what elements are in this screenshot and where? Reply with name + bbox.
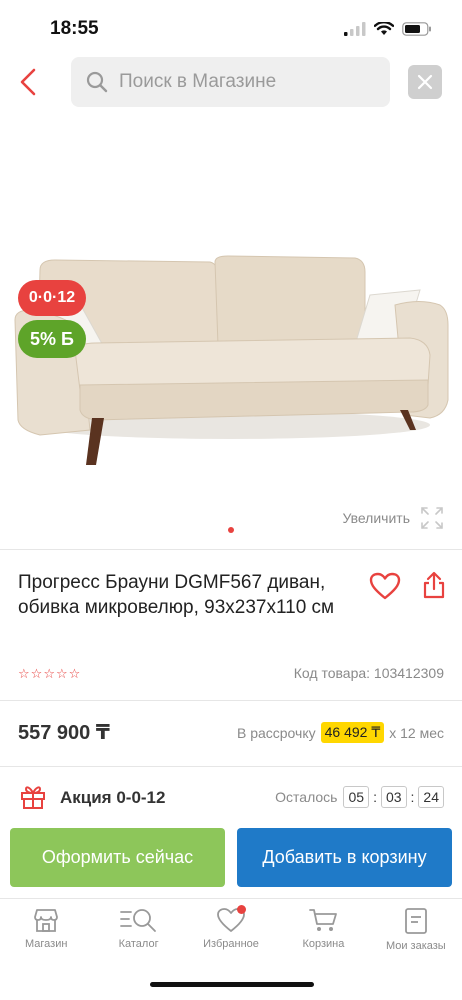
home-indicator	[150, 982, 314, 987]
wifi-icon	[374, 22, 394, 35]
installment-amount: 46 492 ₸	[320, 722, 385, 743]
product-title: Прогресс Брауни DGMF567 диван, обивка ми…	[18, 572, 335, 618]
store-icon	[34, 909, 59, 932]
promo-countdown: Осталось 05 : 03 : 24	[275, 786, 444, 808]
countdown-minutes: 03	[380, 786, 407, 808]
search-row: Поиск в Магазине	[0, 57, 462, 107]
star-icon: ☆	[43, 666, 55, 681]
installment-badge: 0·0·12	[18, 280, 86, 316]
heart-icon	[369, 572, 401, 600]
star-icon: ☆	[55, 666, 68, 681]
notification-dot	[236, 905, 246, 914]
tab-orders[interactable]: Мои заказы	[370, 899, 462, 966]
share-icon	[423, 571, 445, 599]
installment-prefix: В рассрочку	[236, 724, 316, 741]
buy-now-button[interactable]: Оформить сейчас	[10, 828, 225, 887]
favorite-button[interactable]	[368, 570, 402, 602]
countdown-separator: :	[410, 789, 415, 805]
tab-label: Магазин	[24, 938, 68, 950]
bottom-tab-bar: Магазин Каталог Избранное Корзина Мои за…	[0, 898, 462, 966]
share-button[interactable]	[420, 570, 448, 600]
bonus-badge: 5% Б	[18, 320, 86, 358]
star-icon: ☆	[68, 666, 81, 681]
cart-icon	[309, 909, 338, 931]
status-icons	[344, 22, 432, 36]
signal-icon	[344, 22, 366, 36]
status-time: 18:55	[50, 18, 99, 39]
countdown-separator: :	[373, 789, 377, 805]
tab-label: Мои заказы	[385, 940, 446, 952]
divider	[0, 549, 462, 550]
chevron-left-icon	[20, 68, 36, 96]
catalog-search-icon	[119, 909, 156, 932]
gallery-pager-dot	[228, 527, 234, 533]
search-input[interactable]: Поиск в Магазине	[71, 57, 390, 107]
search-icon	[86, 71, 108, 93]
product-price: 557 900 ₸	[18, 722, 110, 744]
divider	[0, 766, 462, 767]
tab-label: Каталог	[118, 938, 159, 950]
zoom-button[interactable]: Увеличить	[342, 506, 444, 530]
tab-cart[interactable]: Корзина	[277, 899, 369, 966]
gift-icon	[21, 786, 45, 809]
tab-catalog[interactable]: Каталог	[92, 899, 184, 966]
rating-stars[interactable]: ☆ ☆ ☆ ☆ ☆	[18, 666, 80, 682]
orders-icon	[404, 908, 427, 934]
tab-label: Избранное	[203, 938, 259, 950]
zoom-label: Увеличить	[342, 510, 410, 526]
countdown-seconds: 24	[418, 786, 444, 808]
tab-favorites[interactable]: Избранное	[185, 899, 277, 966]
star-icon: ☆	[30, 666, 43, 681]
installment-info[interactable]: В рассрочку 46 492 ₸ x 12 мес	[237, 722, 444, 743]
star-icon: ☆	[18, 666, 30, 681]
status-bar: 18:55	[0, 0, 462, 56]
countdown-hours: 05	[343, 786, 370, 808]
tab-store[interactable]: Магазин	[0, 899, 92, 966]
close-search-button[interactable]	[408, 65, 442, 99]
battery-icon	[402, 22, 431, 36]
promo-label: Акция 0-0-12	[60, 788, 166, 807]
countdown-label: Осталось	[275, 789, 338, 805]
divider	[0, 700, 462, 701]
product-sku: Код товара: 103412309	[293, 665, 444, 681]
installment-suffix: x 12 мес	[389, 724, 444, 741]
back-button[interactable]	[14, 64, 42, 100]
product-gallery[interactable]: 0·0·12 5% Б Увеличить	[0, 120, 462, 540]
promo-row[interactable]: Акция 0-0-12 Осталось 05 : 03 : 24	[0, 780, 462, 816]
add-to-cart-button[interactable]: Добавить в корзину	[237, 828, 452, 887]
close-icon	[417, 74, 433, 90]
expand-icon	[421, 507, 443, 529]
tab-label: Корзина	[302, 938, 345, 950]
search-placeholder: Поиск в Магазине	[119, 71, 277, 92]
